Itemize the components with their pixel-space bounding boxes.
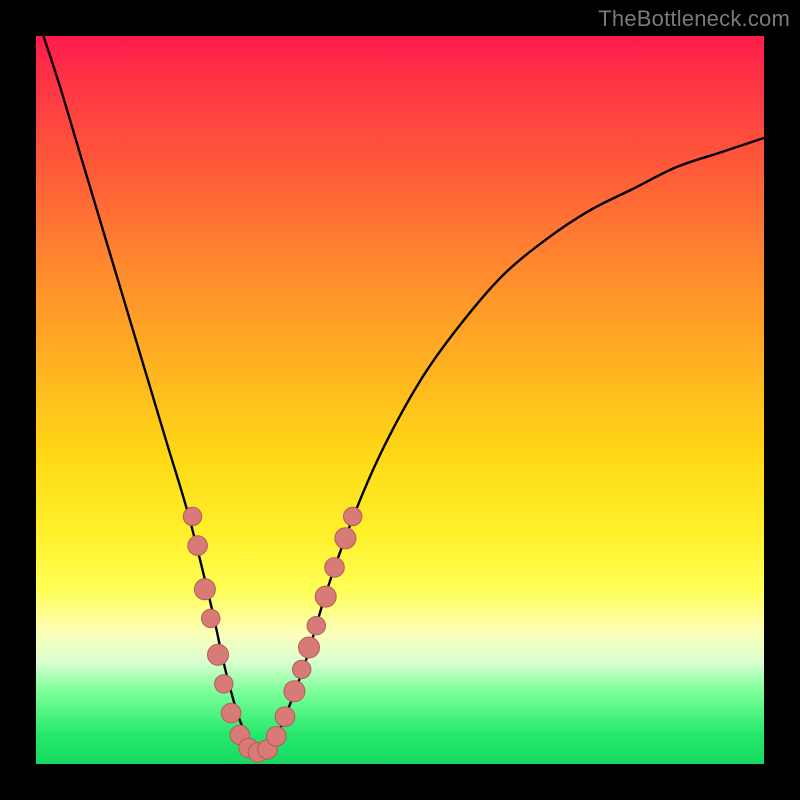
curve-marker [266, 727, 286, 747]
curve-marker [293, 660, 311, 678]
chart-frame: TheBottleneck.com [0, 0, 800, 800]
plot-area [36, 36, 764, 764]
curve-marker [315, 586, 336, 607]
curve-marker [202, 609, 220, 627]
curve-marker [299, 637, 320, 658]
curve-marker [183, 507, 201, 525]
curve-marker [307, 617, 325, 635]
curve-marker [215, 675, 233, 693]
watermark-text: TheBottleneck.com [598, 6, 790, 32]
curve-marker [208, 644, 229, 665]
curve-marker [221, 703, 241, 723]
curve-markers [36, 36, 764, 764]
curve-marker [275, 707, 295, 727]
curve-marker [325, 558, 345, 578]
curve-marker [284, 681, 305, 702]
curve-marker [344, 507, 362, 525]
curve-marker [194, 579, 215, 600]
curve-marker [188, 536, 208, 556]
curve-marker [335, 528, 356, 549]
